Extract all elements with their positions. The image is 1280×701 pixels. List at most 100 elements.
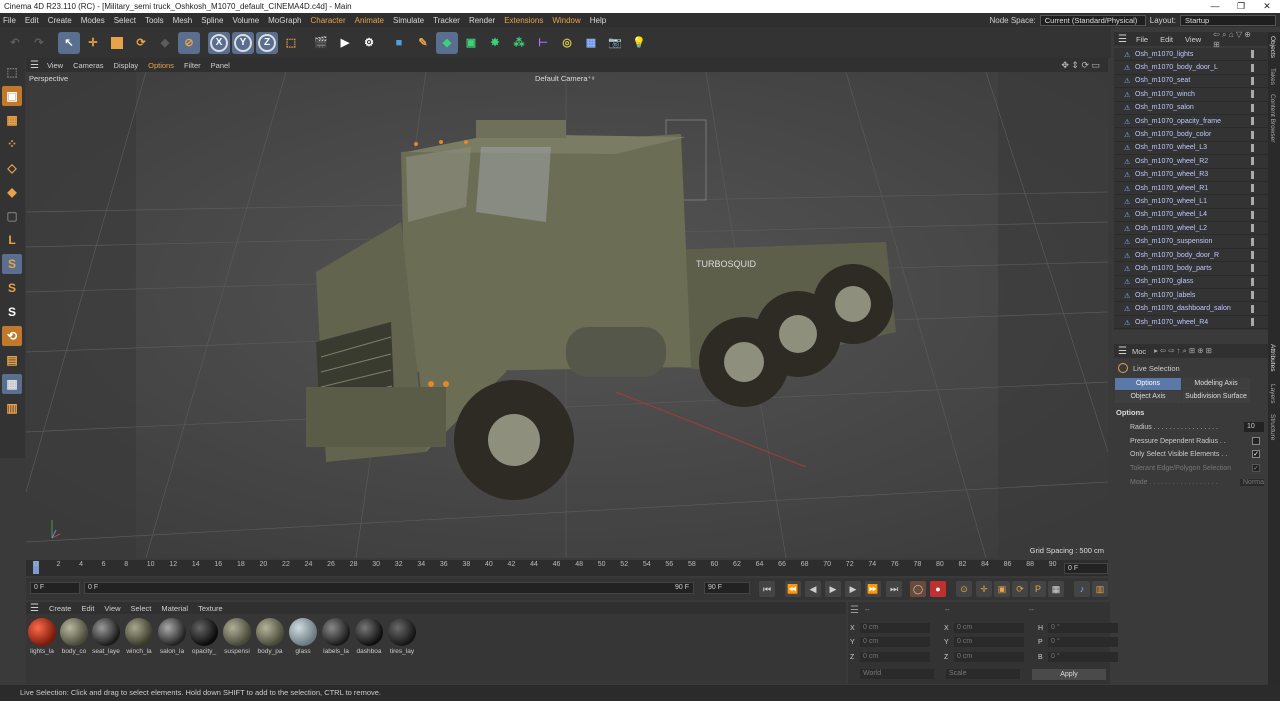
visibility-toggle[interactable] (1251, 184, 1254, 193)
previous-frame-icon[interactable]: ◀ (805, 581, 821, 597)
record-active-icon[interactable]: ◯ (910, 581, 926, 597)
visibility-toggle[interactable] (1251, 157, 1254, 166)
menu-file[interactable]: File (3, 16, 16, 25)
material-swatch[interactable]: glass (287, 618, 319, 655)
make-editable-icon[interactable]: ⬚ (2, 62, 22, 82)
mat-menu-select[interactable]: Select (131, 604, 152, 613)
menu-create[interactable]: Create (48, 16, 72, 25)
texture-mode-icon[interactable]: ▦ (2, 110, 22, 130)
floor-icon[interactable]: ▦ (580, 32, 602, 54)
object-row[interactable]: ⚠ Osh_m1070_dashboard_salon (1114, 302, 1268, 316)
side-tab-content-browser[interactable]: Content Browser (1269, 94, 1276, 142)
menu-character[interactable]: Character (311, 16, 346, 25)
side-tab-takes[interactable]: Takes (1269, 68, 1276, 85)
rotation-h-field[interactable]: 0 ° (1048, 623, 1118, 633)
coord-mode-select[interactable]: World (860, 669, 934, 679)
objects-hamburger-icon[interactable]: ☰ (1118, 34, 1127, 45)
menu-extensions[interactable]: Extensions (504, 16, 543, 25)
visibility-toggle[interactable] (1251, 304, 1254, 313)
current-frame-field[interactable]: 0 F (1064, 563, 1108, 574)
go-to-start-icon[interactable]: ⏮ (759, 581, 775, 597)
tab-modeling-axis[interactable]: Modeling Axis (1182, 378, 1250, 390)
side-tab-structure[interactable]: Structure (1269, 414, 1276, 440)
tab-options[interactable]: Options (1115, 378, 1181, 390)
close-button[interactable]: ✕ (1254, 0, 1280, 13)
om-menu-file[interactable]: File (1136, 35, 1148, 44)
material-swatch[interactable]: body_co (58, 618, 90, 655)
mat-menu-edit[interactable]: Edit (81, 604, 94, 613)
object-row[interactable]: ⚠ Osh_m1070_wheel_L1 (1114, 195, 1268, 209)
visibility-toggle[interactable] (1251, 237, 1254, 246)
mat-menu-texture[interactable]: Texture (198, 604, 223, 613)
timeline-window-icon[interactable]: ▥ (1092, 581, 1108, 597)
3d-viewport[interactable]: TURBOSQUID Perspective Default Camera⁺⁹ … (26, 72, 1108, 558)
key-parameter-icon[interactable]: P (1030, 581, 1046, 597)
object-row[interactable]: ⚠ Osh_m1070_body_color (1114, 128, 1268, 142)
points-mode-icon[interactable]: ⁘ (2, 134, 22, 154)
polygons-mode-icon[interactable]: ◆ (2, 182, 22, 202)
menu-tools[interactable]: Tools (145, 16, 164, 25)
visibility-toggle[interactable] (1251, 130, 1254, 139)
previous-key-icon[interactable]: ⏪ (785, 581, 801, 597)
object-row[interactable]: ⚠ Osh_m1070_opacity_frame (1114, 115, 1268, 129)
visibility-toggle[interactable] (1251, 103, 1254, 112)
om-menu-view[interactable]: View (1185, 35, 1201, 44)
scale-icon[interactable] (106, 32, 128, 54)
menu-window[interactable]: Window (552, 16, 580, 25)
menu-mesh[interactable]: Mesh (173, 16, 193, 25)
cloner-icon[interactable]: ⁂ (508, 32, 530, 54)
undo-icon[interactable]: ↶ (4, 32, 26, 54)
vp-menu-filter[interactable]: Filter (184, 61, 201, 70)
layout-select[interactable]: Startup (1180, 14, 1276, 26)
lock-z-axis-button[interactable]: Z (256, 31, 278, 54)
material-swatch[interactable]: salon_la (156, 618, 188, 655)
menu-spline[interactable]: Spline (201, 16, 223, 25)
visibility-toggle[interactable] (1251, 277, 1254, 286)
visibility-toggle[interactable] (1251, 224, 1254, 233)
menu-modes[interactable]: Modes (81, 16, 105, 25)
key-position-icon[interactable]: ✛ (976, 581, 992, 597)
object-row[interactable]: ⚠ Osh_m1070_wheel_R2 (1114, 155, 1268, 169)
side-tab-layers[interactable]: Layers (1269, 384, 1276, 404)
object-row[interactable]: ⚠ Osh_m1070_suspension (1114, 235, 1268, 249)
move-icon[interactable]: ✛ (82, 32, 104, 54)
hamburger-icon[interactable]: ☰ (30, 60, 39, 71)
key-pla-icon[interactable]: ▦ (1048, 581, 1064, 597)
apply-button[interactable]: Apply (1032, 668, 1106, 680)
object-row[interactable]: ⚠ Osh_m1070_wheel_L4 (1114, 209, 1268, 223)
attr-hamburger-icon[interactable]: ☰ (1118, 346, 1127, 357)
tab-subdivision-surface[interactable]: Subdivision Surface (1182, 391, 1250, 403)
object-row[interactable]: ⚠ Osh_m1070_labels (1114, 289, 1268, 303)
size-x-field[interactable]: 0 cm (954, 623, 1024, 633)
lock-x-axis-button[interactable]: X (208, 31, 230, 54)
om-toolbar-icons[interactable]: ⇦ ⌕ ⌂ ▽ ⊕ ⊞ (1213, 30, 1256, 49)
key-rotation-icon[interactable]: ⟳ (1012, 581, 1028, 597)
minimize-button[interactable]: — (1202, 0, 1228, 13)
material-hamburger-icon[interactable]: ☰ (30, 603, 39, 614)
visibility-toggle[interactable] (1251, 197, 1254, 206)
render-settings-icon[interactable]: ⚙ (358, 32, 380, 54)
autokey-icon[interactable]: ● (930, 581, 946, 597)
mat-menu-material[interactable]: Material (161, 604, 188, 613)
visible-only-checkbox[interactable]: ✓ (1252, 450, 1260, 458)
workplane-snap-icon[interactable]: S (2, 302, 22, 322)
material-swatch[interactable]: labels_la (320, 618, 352, 655)
uv-mode-icon[interactable]: ▢ (2, 206, 22, 226)
menu-animate[interactable]: Animate (355, 16, 384, 25)
material-swatch[interactable]: seat_laye (90, 618, 122, 655)
vp-menu-display[interactable]: Display (114, 61, 139, 70)
menu-edit[interactable]: Edit (25, 16, 39, 25)
recent-tools-icon[interactable]: ◆ (154, 32, 176, 54)
object-row[interactable]: ⚠ Osh_m1070_lights (1114, 48, 1268, 62)
object-row[interactable]: ⚠ Osh_m1070_wheel_L3 (1114, 142, 1268, 156)
live-selection-icon[interactable]: ↖ (58, 31, 80, 54)
menu-render[interactable]: Render (469, 16, 495, 25)
visibility-toggle[interactable] (1251, 50, 1254, 59)
size-y-field[interactable]: 0 cm (954, 637, 1024, 647)
side-tab-attributes[interactable]: Attributes (1269, 344, 1276, 371)
snap-icon[interactable]: S (2, 254, 22, 274)
subdivision-icon[interactable]: ◆ (436, 31, 458, 54)
node-space-select[interactable]: Current (Standard/Physical) (1039, 14, 1146, 26)
viewport-nav-icons[interactable]: ✥ ⇕ ⟳ ▭ (1061, 60, 1100, 71)
object-coordinate-icon[interactable]: ⊘ (178, 31, 200, 54)
